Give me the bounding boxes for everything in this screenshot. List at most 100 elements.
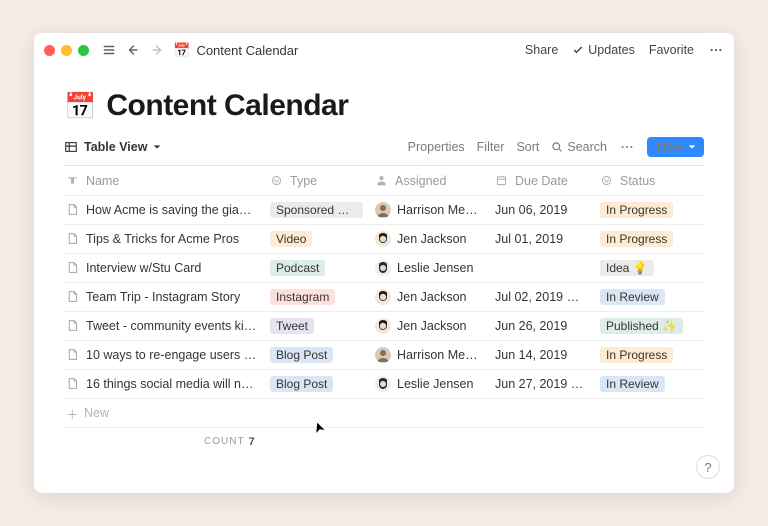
- row-title: Interview w/Stu Card: [86, 261, 201, 275]
- select-prop-icon: [270, 174, 284, 188]
- row-title: Tips & Tricks for Acme Pros: [86, 232, 239, 246]
- page-icon: [66, 232, 80, 246]
- assignee-name: Harrison Medoff: [397, 203, 483, 217]
- assignee-name: Jen Jackson: [397, 319, 466, 333]
- view-bar: Table View Properties Filter Sort Search…: [64, 137, 704, 157]
- row-title: 16 things social media will never be abl…: [86, 377, 258, 391]
- page-emoji[interactable]: 📅: [64, 91, 96, 122]
- assignee-name: Jen Jackson: [397, 232, 466, 246]
- sort-button[interactable]: Sort: [516, 140, 539, 154]
- type-badge: Blog Post: [270, 347, 333, 363]
- due-date: Jul 02, 2019 → Jul 05, 2019: [495, 290, 588, 304]
- breadcrumb[interactable]: 📅 Content Calendar: [173, 42, 298, 59]
- row-title: Team Trip - Instagram Story: [86, 290, 240, 304]
- status-badge: In Progress: [600, 347, 673, 363]
- col-due[interactable]: Due Date: [489, 174, 594, 188]
- table-header: Name Type Assigned Due Date Status: [64, 166, 704, 196]
- updates-button[interactable]: Updates: [572, 43, 635, 57]
- more-icon[interactable]: [708, 42, 724, 58]
- select-prop-icon: [600, 174, 614, 188]
- type-badge: Video: [270, 231, 312, 247]
- status-badge: Published ✨: [600, 318, 683, 334]
- due-date: Jun 14, 2019: [495, 348, 567, 362]
- share-button[interactable]: Share: [525, 43, 558, 57]
- zoom-window-button[interactable]: [78, 45, 89, 56]
- status-badge: Idea 💡: [600, 260, 654, 276]
- due-date: Jun 27, 2019 → Jun 28, 2019: [495, 377, 588, 391]
- type-badge: Tweet: [270, 318, 314, 334]
- chevron-down-icon: [153, 143, 161, 151]
- table-row[interactable]: Team Trip - Instagram Story Instagram Jen …: [64, 283, 704, 312]
- page-icon: [66, 290, 80, 304]
- due-date: Jun 06, 2019: [495, 203, 567, 217]
- page-title[interactable]: Content Calendar: [106, 89, 348, 123]
- avatar: [375, 347, 391, 363]
- row-title: 10 ways to re-engage users with drip cam…: [86, 348, 258, 362]
- view-picker[interactable]: Table View: [64, 140, 161, 154]
- page-header: 📅 Content Calendar: [64, 89, 704, 123]
- page-icon: [66, 203, 80, 217]
- page-icon: [66, 377, 80, 391]
- avatar: [375, 318, 391, 334]
- view-more-icon[interactable]: [619, 139, 635, 155]
- due-date: Jul 01, 2019: [495, 232, 563, 246]
- avatar: [375, 289, 391, 305]
- avatar: [375, 260, 391, 276]
- status-badge: In Review: [600, 289, 665, 305]
- due-date: Jun 26, 2019: [495, 319, 567, 333]
- row-title: How Acme is saving the giant iguana: [86, 203, 258, 217]
- breadcrumb-text: Content Calendar: [196, 43, 298, 58]
- status-badge: In Review: [600, 376, 665, 392]
- table-row[interactable]: Tips & Tricks for Acme Pros Video Jen Jack…: [64, 225, 704, 254]
- status-badge: In Progress: [600, 202, 673, 218]
- help-button[interactable]: ?: [696, 455, 720, 479]
- col-status[interactable]: Status: [594, 174, 689, 188]
- avatar: [375, 231, 391, 247]
- forward-button[interactable]: [149, 42, 165, 58]
- avatar: [375, 376, 391, 392]
- table-row[interactable]: 10 ways to re-engage users with drip cam…: [64, 341, 704, 370]
- filter-button[interactable]: Filter: [477, 140, 505, 154]
- type-badge: Blog Post: [270, 376, 333, 392]
- new-row-button[interactable]: ＋ New: [64, 399, 704, 428]
- page-icon: [66, 319, 80, 333]
- minimize-window-button[interactable]: [61, 45, 72, 56]
- properties-button[interactable]: Properties: [408, 140, 465, 154]
- breadcrumb-emoji: 📅: [173, 42, 190, 59]
- type-badge: Podcast: [270, 260, 325, 276]
- close-window-button[interactable]: [44, 45, 55, 56]
- title-prop-icon: [66, 174, 80, 188]
- avatar: [375, 202, 391, 218]
- person-prop-icon: [375, 174, 389, 188]
- assignee-name: Harrison Medoff: [397, 348, 483, 362]
- favorite-button[interactable]: Favorite: [649, 43, 694, 57]
- page-icon: [66, 348, 80, 362]
- col-assigned[interactable]: Assigned: [369, 174, 489, 188]
- chevron-down-icon: [688, 143, 696, 151]
- col-type[interactable]: Type: [264, 174, 369, 188]
- type-badge: Sponsored Post: [270, 202, 363, 218]
- assignee-name: Leslie Jensen: [397, 261, 473, 275]
- table-row[interactable]: How Acme is saving the giant iguana Spons…: [64, 196, 704, 225]
- page-icon: [66, 261, 80, 275]
- search-button[interactable]: Search: [551, 140, 607, 154]
- assignee-name: Leslie Jensen: [397, 377, 473, 391]
- assignee-name: Jen Jackson: [397, 290, 466, 304]
- row-title: Tweet - community events kickoff: [86, 319, 258, 333]
- app-window: 📅 Content Calendar Share Updates Favorit…: [34, 33, 734, 493]
- date-prop-icon: [495, 174, 509, 188]
- back-button[interactable]: [125, 42, 141, 58]
- new-button[interactable]: New: [647, 137, 704, 157]
- table-row[interactable]: 16 things social media will never be abl…: [64, 370, 704, 399]
- search-icon: [551, 141, 563, 153]
- col-name[interactable]: Name: [64, 174, 264, 188]
- table-row[interactable]: Tweet - community events kickoff Tweet Jen…: [64, 312, 704, 341]
- menu-icon[interactable]: [101, 42, 117, 58]
- row-count: COUNT 7: [64, 436, 704, 448]
- type-badge: Instagram: [270, 289, 335, 305]
- titlebar: 📅 Content Calendar Share Updates Favorit…: [34, 33, 734, 67]
- traffic-lights: [44, 45, 89, 56]
- database-table: Name Type Assigned Due Date Status: [64, 165, 704, 428]
- status-badge: In Progress: [600, 231, 673, 247]
- table-row[interactable]: Interview w/Stu Card Podcast Leslie Jensen…: [64, 254, 704, 283]
